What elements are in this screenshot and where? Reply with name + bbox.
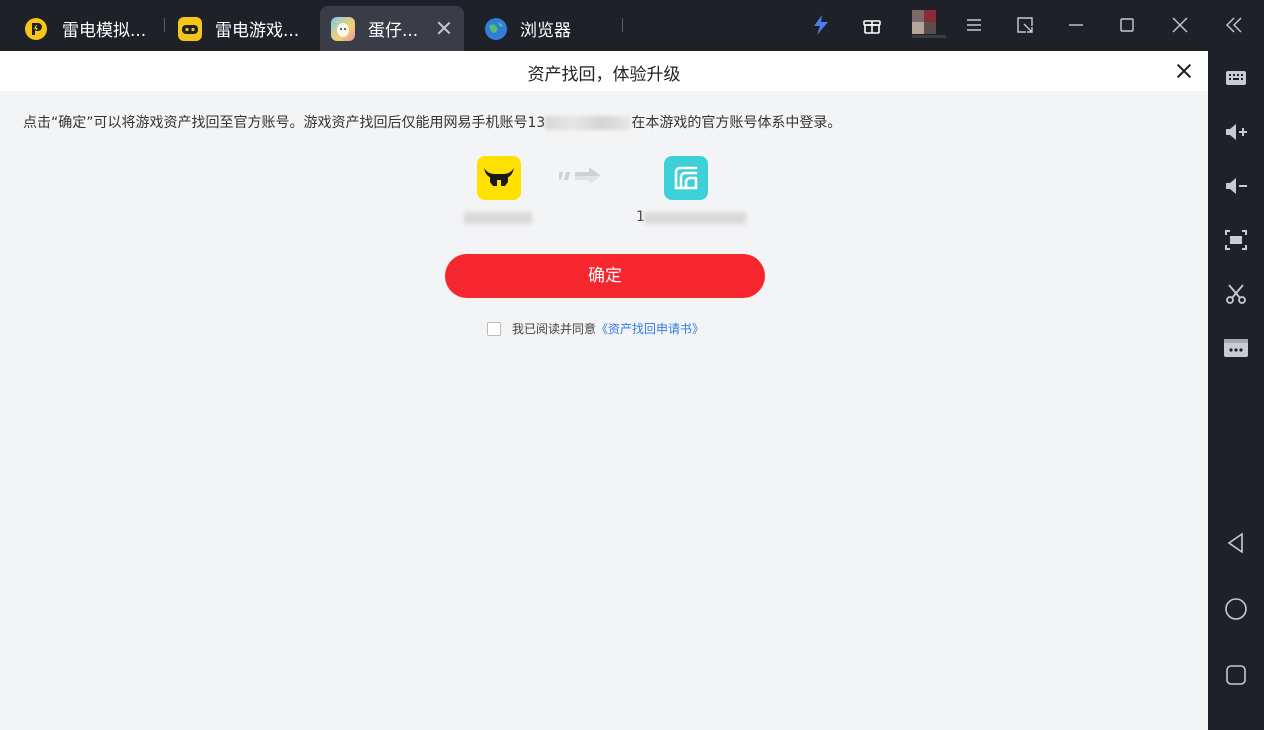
maximize-button[interactable] [1114, 12, 1140, 38]
ldplayer-logo-icon [24, 17, 48, 41]
tab-ld-games[interactable]: 雷电游戏... [168, 6, 314, 51]
target-account-redacted [644, 212, 746, 224]
tab-label: 雷电模拟... [62, 21, 147, 41]
description: 点击“确定”可以将游戏资产找回至官方账号。游戏资产找回后仅能用网易手机账号13 在… [23, 112, 841, 132]
transfer-arrow-icon [559, 167, 601, 184]
minimize-icon [1069, 24, 1083, 26]
keyboard-button[interactable] [1222, 64, 1250, 92]
source-app-icon [477, 156, 521, 200]
close-tab-icon[interactable] [434, 18, 454, 38]
tab-divider [164, 18, 165, 32]
close-icon [1172, 17, 1188, 33]
tab-label: 浏览器 [520, 21, 571, 41]
window-mode-icon [1017, 17, 1033, 33]
volume-up-button[interactable] [1222, 118, 1250, 146]
avatar-image [912, 10, 946, 38]
agree-checkbox[interactable] [487, 321, 501, 336]
maximize-icon [1120, 18, 1134, 32]
gift-button[interactable] [859, 12, 885, 38]
volume-down-button[interactable] [1222, 172, 1250, 200]
recent-apps-icon [1226, 665, 1246, 685]
dialog-close-icon[interactable] [1172, 59, 1196, 83]
minimize-button[interactable] [1063, 12, 1089, 38]
recent-apps-button[interactable] [1222, 661, 1250, 689]
back-button[interactable] [1222, 529, 1250, 557]
home-button[interactable] [1222, 595, 1250, 623]
speed-icon [814, 15, 828, 35]
gamepad-icon [178, 16, 202, 41]
scissors-button[interactable] [1222, 280, 1250, 308]
redacted-phone-number [545, 116, 632, 130]
source-account-redacted [464, 212, 532, 224]
home-icon [1225, 598, 1247, 620]
window-mode-button[interactable] [1012, 12, 1038, 38]
more-button[interactable] [1222, 334, 1250, 362]
dialog: 资产找回，体验升级 点击“确定”可以将游戏资产找回至官方账号。游戏资产找回后仅能… [0, 51, 1208, 730]
keyboard-icon [1226, 71, 1246, 85]
right-sidebar [1208, 51, 1264, 730]
tab-browser[interactable]: 浏览器 [474, 6, 614, 51]
more-icon [1224, 339, 1248, 357]
eggy-party-icon [331, 16, 355, 41]
tab-divider [622, 18, 623, 32]
tab-label: 雷电游戏... [215, 21, 300, 41]
tab-eggy-party[interactable]: 蛋仔... [320, 6, 464, 51]
menu-button[interactable] [961, 12, 987, 38]
agree-text: 我已阅读并同意 [512, 322, 597, 336]
menu-icon [967, 19, 981, 31]
volume-up-icon [1226, 124, 1247, 140]
agreement-row: 我已阅读并同意 《资产找回申请书》 [487, 320, 704, 337]
screenshot-icon [1225, 230, 1247, 250]
gift-box-icon [863, 20, 881, 34]
netease-account-icon [674, 166, 698, 190]
dialog-title: 资产找回，体验升级 [527, 65, 681, 85]
title-bar: 雷电模拟... 雷电游戏... 蛋仔... 浏览器 [0, 0, 1264, 51]
tab-label: 蛋仔... [368, 21, 419, 41]
tab-ldplayer[interactable]: 雷电模拟... [14, 6, 164, 51]
speed-button[interactable] [808, 12, 834, 38]
scissors-icon [1226, 284, 1246, 304]
description-text-end: 在本游戏的官方账号体系中登录。 [631, 115, 842, 131]
screenshot-button[interactable] [1222, 226, 1250, 254]
confirm-button[interactable]: 确定 [445, 254, 765, 298]
description-text-start: 点击“确定”可以将游戏资产找回至官方账号。游戏资产找回后仅能用网易手机账号13 [23, 115, 546, 131]
target-app-icon [664, 156, 708, 200]
avatar[interactable] [912, 10, 946, 38]
dialog-header: 资产找回，体验升级 [0, 51, 1208, 91]
agreement-link[interactable]: 《资产找回申请书》 [596, 320, 704, 337]
close-window-button[interactable] [1167, 12, 1193, 38]
viking-helmet-icon [484, 168, 514, 187]
collapse-sidebar-button[interactable] [1221, 12, 1247, 38]
collapse-sidebar-icon [1226, 17, 1242, 33]
back-icon [1227, 532, 1243, 554]
globe-icon [484, 17, 508, 41]
volume-down-icon [1226, 178, 1247, 194]
